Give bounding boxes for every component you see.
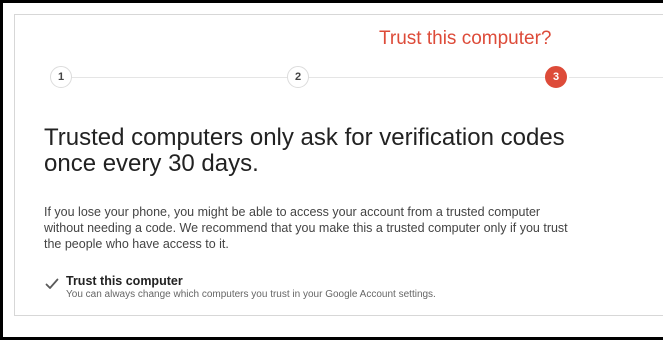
checkmark-icon [45,278,59,289]
page-headline: Trusted computers only ask for verificat… [44,124,565,177]
explanation-text: If you lose your phone, you might be abl… [44,205,568,251]
trust-computer-checkbox[interactable] [44,276,60,292]
verification-card: Trust this computer? 1 2 3 Trusted compu… [14,14,663,316]
stepper-line-3 [569,77,663,78]
step-2: 2 [287,66,309,88]
stepper-line-2 [309,77,550,78]
stepper-line-1 [57,77,294,78]
step-1: 1 [50,66,72,88]
trust-computer-sublabel: You can always change which computers yo… [66,289,436,300]
step-3: 3 [545,66,567,88]
trust-computer-label[interactable]: Trust this computer [66,274,183,288]
step-title: Trust this computer? [379,28,552,49]
window-frame: Trust this computer? 1 2 3 Trusted compu… [0,0,663,340]
